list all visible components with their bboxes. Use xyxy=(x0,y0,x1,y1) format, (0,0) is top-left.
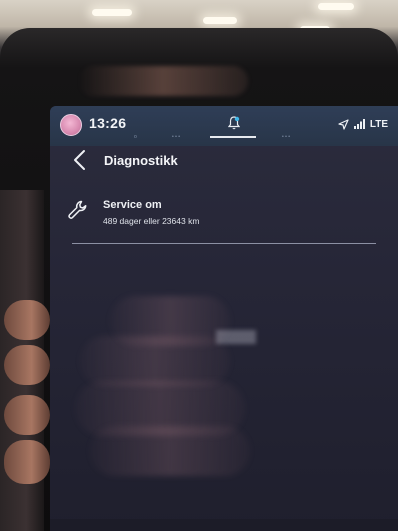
chevron-left-icon[interactable] xyxy=(70,148,92,172)
hand-reflection xyxy=(90,426,250,476)
wrench-icon xyxy=(68,200,87,219)
ceiling-light xyxy=(203,17,237,24)
ceiling-light xyxy=(318,3,354,10)
service-detail: 489 dager eller 23643 km xyxy=(103,216,200,226)
finger xyxy=(4,300,50,340)
network-type: LTE xyxy=(369,118,388,130)
bezel-reflection xyxy=(78,66,248,96)
hand-reflection xyxy=(80,336,230,386)
bottom-bar xyxy=(50,519,398,531)
tab-indicator[interactable]: • • • xyxy=(282,134,290,140)
page-title: Diagnostikk xyxy=(104,153,178,168)
location-arrow-icon xyxy=(338,118,349,130)
tab-indicator[interactable]: • • • xyxy=(172,134,180,140)
active-tab-underline xyxy=(210,136,256,138)
service-title[interactable]: Service om xyxy=(103,199,162,211)
status-indicators: LTE xyxy=(338,117,388,131)
avatar[interactable] xyxy=(60,114,82,136)
infotainment-screen: 13:26 o • • • • • • LTE Diagnostikk Serv… xyxy=(50,106,398,531)
finger xyxy=(4,395,50,435)
finger xyxy=(4,345,50,385)
light-reflection xyxy=(216,330,256,344)
tab-indicator[interactable]: o xyxy=(134,134,137,140)
status-time: 13:26 xyxy=(89,115,127,131)
signal-bars-icon xyxy=(353,119,365,129)
status-bar: 13:26 o • • • • • • LTE xyxy=(50,106,398,146)
photo-scene: 13:26 o • • • • • • LTE Diagnostikk Serv… xyxy=(0,0,398,531)
finger xyxy=(4,440,50,484)
bell-icon[interactable] xyxy=(228,116,240,130)
ceiling-light xyxy=(92,9,132,16)
divider xyxy=(72,243,376,244)
